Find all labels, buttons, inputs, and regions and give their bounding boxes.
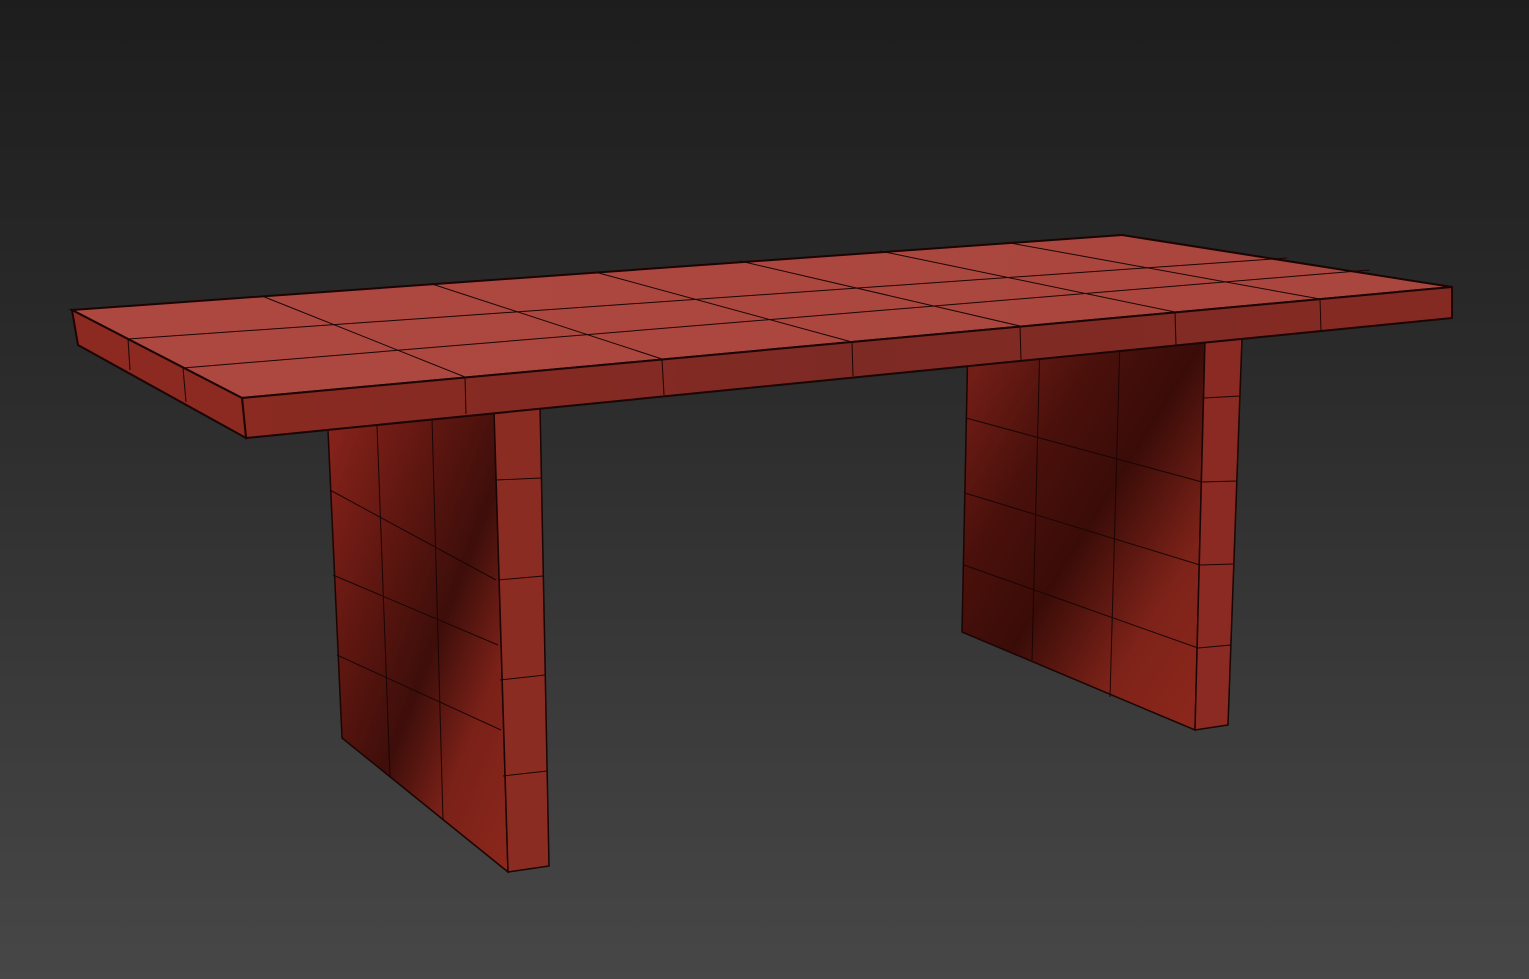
right-leg[interactable] — [961, 337, 1243, 732]
table-model-scene[interactable] — [0, 0, 1529, 979]
left-leg-face — [327, 409, 509, 874]
tabletop[interactable] — [68, 233, 1453, 440]
3d-viewport[interactable] — [0, 0, 1529, 979]
right-leg-face — [961, 339, 1206, 732]
left-leg[interactable] — [327, 404, 550, 874]
